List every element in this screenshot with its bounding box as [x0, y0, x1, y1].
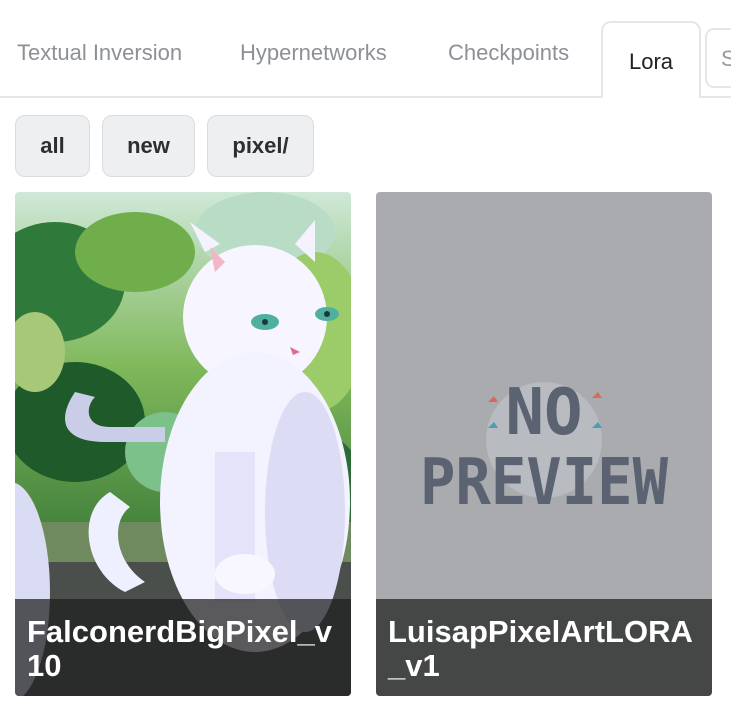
card-name-label: LuisapPixelArtLORA_v1 — [376, 599, 712, 696]
tab-checkpoints[interactable]: Checkpoints — [448, 40, 569, 66]
svg-text:NO: NO — [505, 376, 582, 450]
tab-lora[interactable]: Lora — [601, 21, 702, 98]
tab-search-partial[interactable]: S — [705, 28, 731, 88]
filter-pixel-button[interactable]: pixel/ — [207, 115, 314, 177]
svg-text:PREVIEW: PREVIEW — [420, 446, 668, 520]
filter-new-button[interactable]: new — [102, 115, 195, 177]
tab-hypernetworks[interactable]: Hypernetworks — [240, 40, 387, 66]
filter-all-button[interactable]: all — [15, 115, 90, 177]
model-tab-bar: Textual Inversion Hypernetworks Checkpoi… — [0, 0, 731, 98]
lora-card-falconerd[interactable]: FalconerdBigPixel_v10 — [15, 192, 351, 696]
lora-card-luisap[interactable]: NO PREVIEW LuisapPixelArtLORA_v1 — [376, 192, 712, 696]
tab-textual-inversion[interactable]: Textual Inversion — [17, 40, 182, 66]
card-name-label: FalconerdBigPixel_v10 — [15, 599, 351, 696]
